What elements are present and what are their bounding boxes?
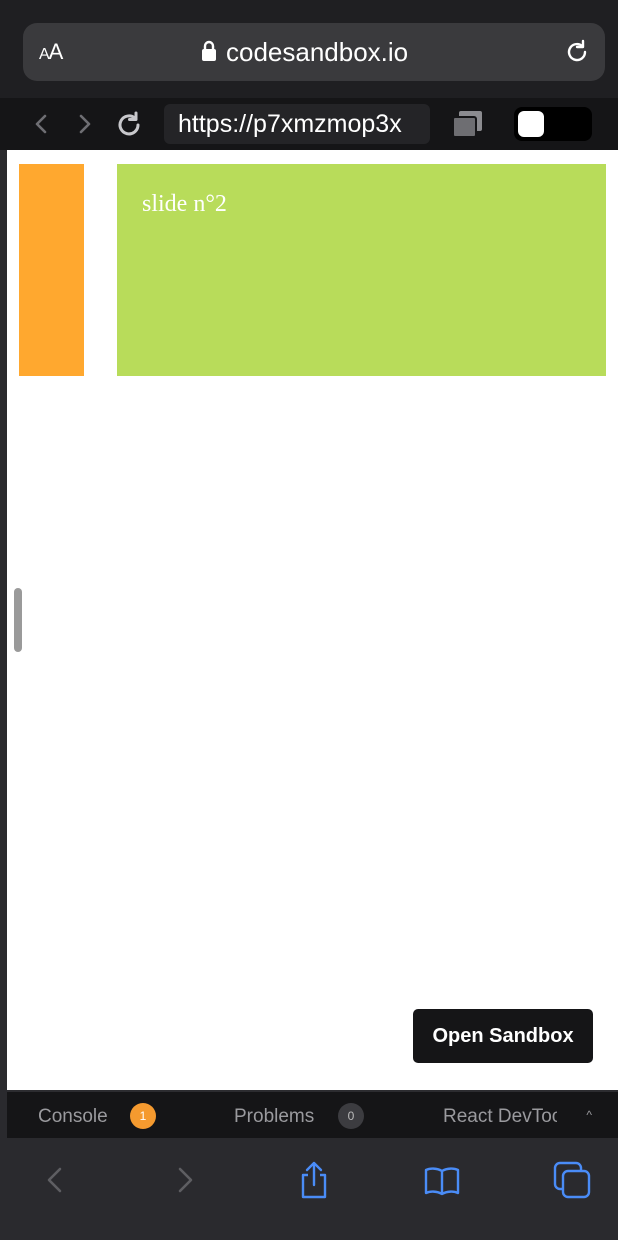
domain-label: codesandbox.io	[226, 37, 409, 67]
forward-arrow-icon[interactable]	[72, 112, 96, 136]
copy-icon[interactable]	[450, 109, 484, 139]
devtools-tab-bar: Console 1 Problems 0 React DevToo ^	[7, 1090, 618, 1138]
scroll-handle[interactable]	[14, 588, 22, 652]
sandbox-toolbar: https://p7xmzmop3x	[0, 98, 618, 150]
slide-label: slide n°2	[142, 191, 227, 217]
open-sandbox-button[interactable]: Open Sandbox	[413, 1009, 593, 1063]
sandbox-url-field[interactable]: https://p7xmzmop3x	[164, 104, 430, 144]
lock-icon	[202, 40, 216, 61]
tab-react-devtools[interactable]: React DevToo	[443, 1106, 557, 1128]
chevron-up-icon[interactable]: ^	[586, 1108, 592, 1122]
safari-bottom-toolbar	[0, 1138, 618, 1240]
forward-icon[interactable]	[164, 1160, 204, 1200]
back-icon[interactable]	[36, 1160, 76, 1200]
tabs-icon[interactable]	[552, 1160, 592, 1200]
preview-pane: slide n°2 Open Sandbox	[7, 150, 618, 1090]
tab-console[interactable]: Console	[38, 1106, 108, 1128]
problems-count-badge: 0	[338, 1103, 364, 1129]
safari-address-bar: AA codesandbox.io	[0, 0, 618, 98]
text-size-button[interactable]: AA	[39, 39, 64, 65]
console-count-badge: 1	[130, 1103, 156, 1129]
text-size-small-glyph: A	[39, 46, 50, 63]
address-field[interactable]: AA codesandbox.io	[23, 23, 605, 81]
bookmarks-icon[interactable]	[422, 1160, 462, 1200]
back-arrow-icon[interactable]	[30, 112, 54, 136]
share-icon[interactable]	[294, 1160, 334, 1200]
previous-slide[interactable]	[19, 164, 84, 376]
reload-icon[interactable]	[563, 38, 591, 66]
tab-problems[interactable]: Problems	[234, 1106, 314, 1128]
toggle-knob	[518, 111, 544, 137]
current-slide[interactable]: slide n°2	[117, 164, 606, 376]
theme-toggle[interactable]	[514, 107, 592, 141]
text-size-large-glyph: A	[48, 39, 64, 64]
refresh-icon[interactable]	[114, 110, 144, 140]
